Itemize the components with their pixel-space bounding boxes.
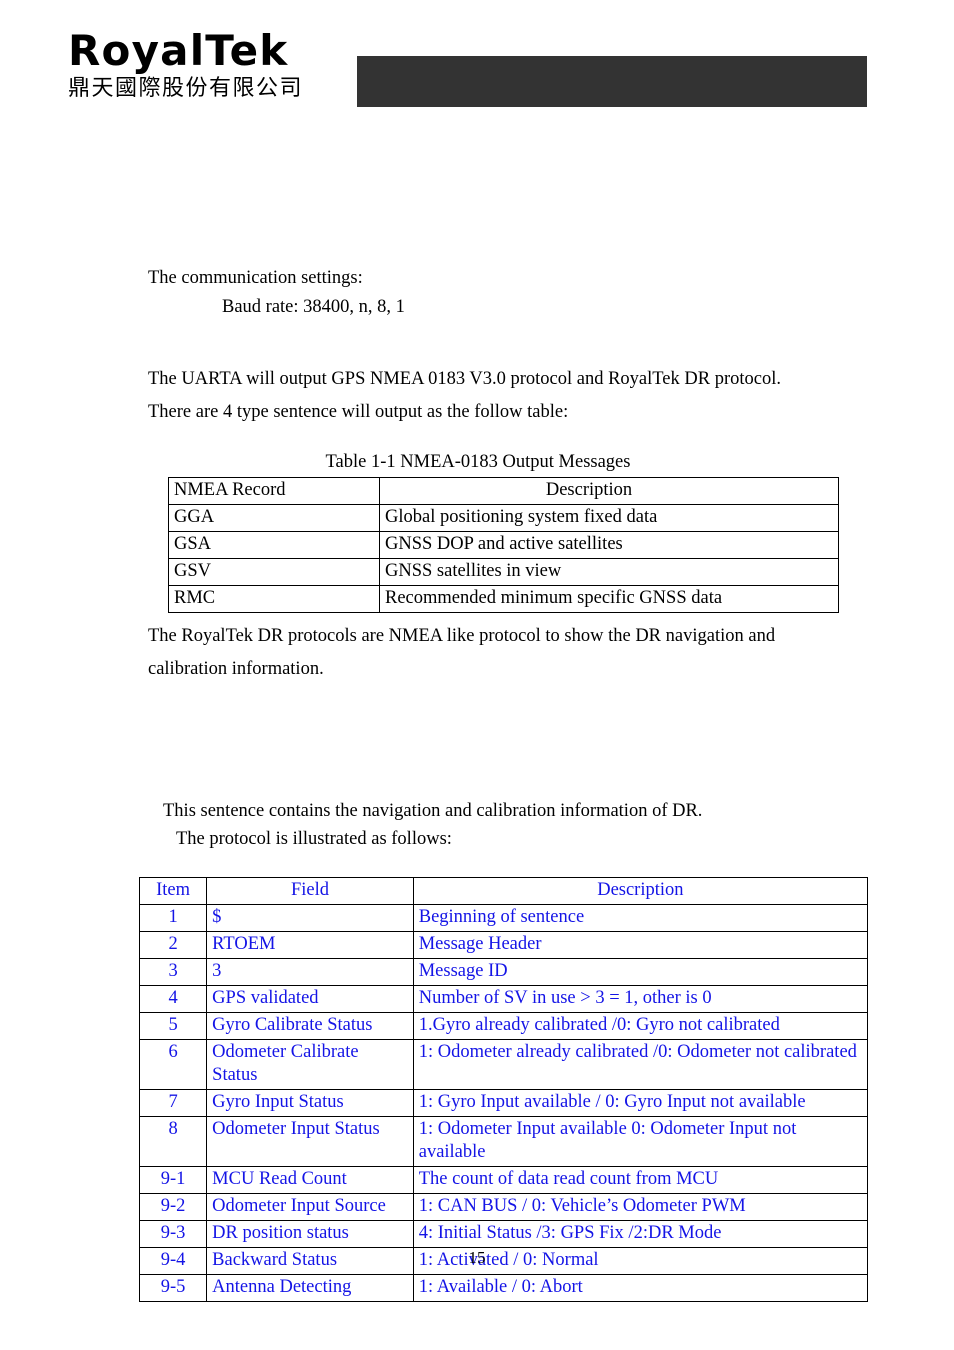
cell-field: Gyro Calibrate Status <box>206 1012 414 1040</box>
cell-field: Odometer Calibrate Status <box>206 1039 414 1090</box>
cell-field: Antenna Detecting <box>206 1274 414 1302</box>
table-row: 9-5 Antenna Detecting 1: Available / 0: … <box>138 1274 869 1302</box>
table-row: 5 Gyro Calibrate Status 1.Gyro already c… <box>138 1012 869 1040</box>
cell-item: 9-3 <box>138 1220 208 1248</box>
column-header-description: Description <box>379 477 839 505</box>
cell-item: 3 <box>138 958 208 986</box>
protocol-illustrated-line: The protocol is illustrated as follows: <box>176 829 452 849</box>
table-row: GSA GNSS DOP and active satellites <box>168 531 839 559</box>
column-header-item: Item <box>138 877 208 905</box>
cell-field: Gyro Input Status <box>206 1089 414 1117</box>
column-header-field: Field <box>206 877 414 905</box>
cell-description: Message ID <box>412 958 869 986</box>
table-row: GSV GNSS satellites in view <box>168 558 839 586</box>
cell-description: 1: Available / 0: Abort <box>412 1274 869 1302</box>
table-row: 7 Gyro Input Status 1: Gyro Input availa… <box>138 1089 869 1117</box>
cell-description: 1: Odometer Input available 0: Odometer … <box>412 1116 869 1167</box>
cell-description: GNSS satellites in view <box>379 558 839 586</box>
cell-item: 9-1 <box>138 1166 208 1194</box>
cell-nmea-record: GSA <box>168 531 380 559</box>
logo-wordmark-text: RoyalTek <box>68 26 289 75</box>
table-row: 1 $ Beginning of sentence <box>138 904 869 932</box>
table-row: 2 RTOEM Message Header <box>138 931 869 959</box>
table-header-row: NMEA Record Description <box>168 477 839 505</box>
cell-item: 6 <box>138 1039 208 1090</box>
rtoem-protocol-table: Item Field Description 1 $ Beginning of … <box>138 877 869 1302</box>
cell-item: 7 <box>138 1089 208 1117</box>
table-row: 4 GPS validated Number of SV in use > 3 … <box>138 985 869 1013</box>
cell-description: GNSS DOP and active satellites <box>379 531 839 559</box>
cell-description: 4: Initial Status /3: GPS Fix /2:DR Mode <box>412 1220 869 1248</box>
header-banner-bar <box>357 56 867 107</box>
cell-description: Recommended minimum specific GNSS data <box>379 585 839 613</box>
cell-field: 3 <box>206 958 414 986</box>
cell-field: DR position status <box>206 1220 414 1248</box>
cell-description: Number of SV in use > 3 = 1, other is 0 <box>412 985 869 1013</box>
uarta-output-paragraph: The UARTA will output GPS NMEA 0183 V3.0… <box>148 369 781 422</box>
table-row: 9-1 MCU Read Count The count of data rea… <box>138 1166 869 1194</box>
table-row: GGA Global positioning system fixed data <box>168 504 839 532</box>
table-row: RMC Recommended minimum specific GNSS da… <box>168 585 839 613</box>
cell-field: RTOEM <box>206 931 414 959</box>
cell-description: Global positioning system fixed data <box>379 504 839 532</box>
cell-item: 9-2 <box>138 1193 208 1221</box>
cell-item: 8 <box>138 1116 208 1167</box>
cell-field: GPS validated <box>206 985 414 1013</box>
cell-item: 2 <box>138 931 208 959</box>
table-row: 9-3 DR position status 4: Initial Status… <box>138 1220 869 1248</box>
cell-description: The count of data read count from MCU <box>412 1166 869 1194</box>
cell-field: MCU Read Count <box>206 1166 414 1194</box>
cell-nmea-record: GGA <box>168 504 380 532</box>
nmea-output-messages-table: NMEA Record Description GGA Global posit… <box>168 477 839 613</box>
cell-description: 1: Odometer already calibrated /0: Odome… <box>412 1039 869 1090</box>
logo-company-name-cjk: 鼎天國際股份有限公司 <box>68 76 304 101</box>
cell-description: 1: CAN BUS / 0: Vehicle’s Odometer PWM <box>412 1193 869 1221</box>
cell-nmea-record: GSV <box>168 558 380 586</box>
cell-description: Message Header <box>412 931 869 959</box>
cell-item: 9-5 <box>138 1274 208 1302</box>
cell-description: 1.Gyro already calibrated /0: Gyro not c… <box>412 1012 869 1040</box>
cell-field: Odometer Input Status <box>206 1116 414 1167</box>
column-header-description: Description <box>412 877 869 905</box>
cell-item: 5 <box>138 1012 208 1040</box>
cell-description: Beginning of sentence <box>412 904 869 932</box>
cell-field: $ <box>206 904 414 932</box>
cell-item: 1 <box>138 904 208 932</box>
cell-description: 1: Gyro Input available / 0: Gyro Input … <box>412 1089 869 1117</box>
table-row: 9-2 Odometer Input Source 1: CAN BUS / 0… <box>138 1193 869 1221</box>
page-letterhead: RoyalTek 鼎天國際股份有限公司 <box>0 0 954 135</box>
table-row: 3 3 Message ID <box>138 958 869 986</box>
cell-item: 4 <box>138 985 208 1013</box>
cell-field: Odometer Input Source <box>206 1193 414 1221</box>
baud-rate-line: Baud rate: 38400, n, 8, 1 <box>222 297 405 317</box>
dr-protocol-paragraph: The RoyalTek DR protocols are NMEA like … <box>148 626 776 679</box>
nmea-table-caption: Table 1-1 NMEA-0183 Output Messages <box>325 452 631 472</box>
cell-nmea-record: RMC <box>168 585 380 613</box>
royaltek-logo: RoyalTek 鼎天國際股份有限公司 <box>68 28 330 102</box>
table-row: 8 Odometer Input Status 1: Odometer Inpu… <box>138 1116 869 1167</box>
page-number: 15 <box>468 1248 486 1267</box>
table-row: 6 Odometer Calibrate Status 1: Odometer … <box>138 1039 869 1090</box>
table-header-row: Item Field Description <box>138 877 869 905</box>
column-header-nmea-record: NMEA Record <box>168 477 380 505</box>
